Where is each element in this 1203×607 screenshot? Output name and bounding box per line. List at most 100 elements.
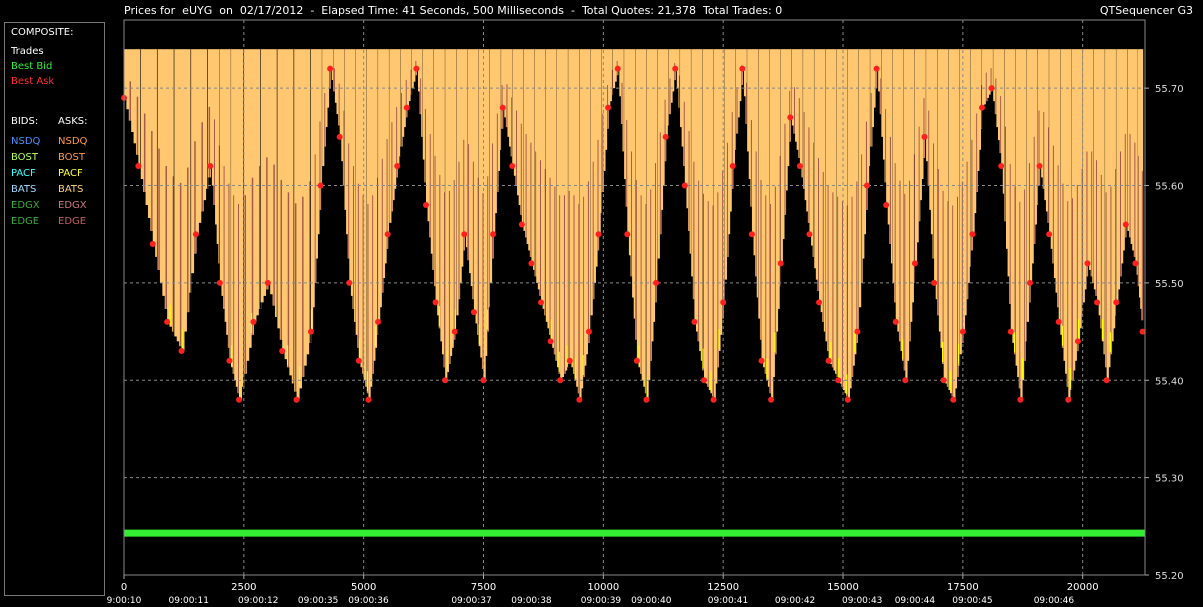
bid-fill-column [923, 98, 925, 158]
best-ask-point [518, 221, 525, 228]
bid-fill-column [683, 101, 685, 167]
time-label: 09:00:39 [581, 596, 622, 606]
best-ask-point [422, 202, 429, 208]
bid-fill-column [770, 204, 772, 394]
bid-fill-column [995, 78, 997, 115]
bid-fill-column [179, 182, 182, 347]
yellow-quote-bar [478, 324, 480, 345]
bid-fill-column [1105, 192, 1107, 368]
yellow-quote-bar [846, 374, 848, 395]
bid-fill-column [736, 87, 738, 134]
bid-fill-column [244, 195, 247, 374]
best-ask-point [413, 65, 420, 72]
bid-fill-column [233, 195, 235, 374]
bid-fill-column [803, 112, 805, 189]
bid-fill-column [1004, 126, 1007, 222]
bid-fill-column [468, 144, 470, 261]
best-ask-point [226, 357, 233, 364]
bid-fill-column [143, 113, 146, 193]
best-ask-point [739, 65, 746, 72]
best-ask-point [854, 328, 861, 335]
bid-fill-column [774, 186, 776, 355]
best-ask-point [662, 133, 669, 140]
best-ask-point [653, 279, 660, 286]
bid-fill-column [1062, 183, 1064, 348]
time-label: 09:00:35 [298, 596, 338, 606]
bid-fill-column [1000, 95, 1002, 154]
best-ask-point [768, 396, 775, 403]
bid-fill-column [635, 179, 637, 340]
bid-fill-column [650, 189, 652, 361]
x-axis: 0 2500 5000 7500 10000 12500 15000 17500 20000 9:… [107, 575, 1099, 606]
best-ask-point [710, 396, 717, 403]
best-ask-point [1074, 338, 1081, 345]
bid-fill-column [1038, 110, 1040, 186]
best-ask-point [672, 65, 679, 72]
bid-fill-column [822, 171, 824, 322]
bid-fill-column [400, 93, 403, 147]
best-ask-point [931, 279, 938, 286]
bid-fill-column [909, 180, 911, 342]
best-ask-point [528, 260, 535, 267]
bid-fill-column [251, 177, 254, 335]
best-ask-point [701, 377, 708, 384]
bid-fill-column [1052, 145, 1054, 264]
x-tick-label: 17500 [947, 582, 979, 593]
bid-fill-column [659, 132, 661, 235]
bid-fill-column [439, 174, 441, 329]
bid-fill-column [535, 151, 537, 277]
best-ask-point [729, 163, 736, 170]
bid-fill-column [592, 161, 594, 300]
best-ask-point [806, 231, 813, 238]
bid-fill-column [794, 87, 796, 134]
best-ask-point [327, 65, 334, 72]
bid-fill-column [889, 136, 891, 244]
best-ask-point [1065, 396, 1072, 403]
bid-fill-column [151, 131, 153, 231]
bid-fill-column [492, 143, 494, 259]
bid-fill-column [587, 181, 590, 343]
best-ask-point [178, 348, 185, 355]
bid-fill-column [904, 193, 906, 371]
bid-fill-column [1110, 186, 1112, 355]
bid-fill-column [405, 79, 407, 118]
bid-fill-column [583, 196, 585, 378]
best-ask-point [432, 299, 439, 306]
best-ask-point [873, 65, 880, 72]
bid-fill-column [1024, 189, 1026, 361]
yellow-quote-bar [902, 338, 904, 359]
bid-fill-column [702, 193, 705, 371]
bid-fill-column [266, 157, 268, 290]
bid-fill-column [506, 84, 508, 128]
bid-fill-column [755, 151, 757, 277]
best-ask-point [969, 231, 976, 238]
bid-fill-column [353, 166, 355, 309]
bid-fill-column [458, 161, 460, 300]
bid-fill-column [698, 180, 700, 342]
bid-fill-column [1076, 185, 1078, 352]
bid-fill-column [1033, 136, 1035, 244]
best-ask-point [135, 163, 142, 170]
best-ask-point [605, 104, 612, 111]
bid-fill-column [1119, 151, 1122, 277]
x-tick-label: 15000 [827, 582, 859, 593]
best-ask-point [1113, 299, 1120, 306]
y-tick-label: 55.30 [1155, 474, 1184, 485]
bid-fill-column [324, 93, 326, 147]
bid-fill-column [798, 98, 800, 158]
bid-fill-column [899, 180, 901, 342]
best-ask-point [1132, 260, 1139, 267]
best-ask-point [1036, 163, 1043, 170]
best-ask-point [979, 104, 986, 111]
yellow-quote-bar [298, 366, 301, 387]
y-tick-label: 55.20 [1155, 571, 1184, 582]
y-tick-label: 55.50 [1155, 279, 1184, 290]
bid-fill-column [861, 154, 863, 283]
best-ask-point [1094, 299, 1101, 306]
bid-fill-column [664, 99, 666, 162]
bid-fill-column [1057, 165, 1059, 308]
best-ask-point [892, 318, 899, 325]
yellow-quote-bar [438, 306, 440, 327]
bid-fill-column [765, 195, 767, 374]
bid-fill-column [626, 120, 628, 207]
